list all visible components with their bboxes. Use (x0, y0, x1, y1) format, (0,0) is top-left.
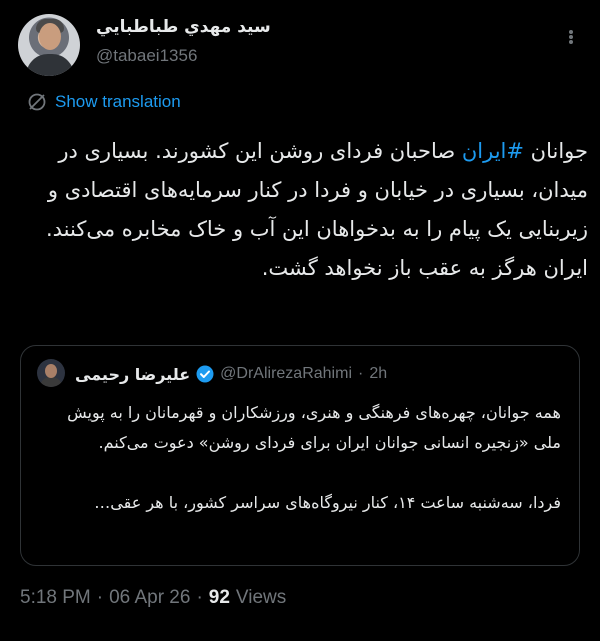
meta-separator-2: · (196, 587, 203, 608)
tweet-date[interactable]: 06 Apr 26 (109, 587, 190, 609)
quoted-author-name[interactable]: علیرضا رحیمی (75, 365, 190, 384)
tweet-time[interactable]: 5:18 PM (20, 587, 91, 609)
author-handle[interactable]: @tabaei1356 (96, 46, 197, 66)
views-label: Views (235, 587, 287, 608)
avatar-body (26, 54, 74, 76)
quoted-tweet-card[interactable]: علیرضا رحیمی @DrAlirezaRahimi · 2h همه ج… (20, 345, 580, 566)
show-translation-button[interactable]: Show translation (27, 90, 181, 114)
quoted-paragraph-1: همه جوانان، چهره‌های فرهنگی و هنری، ورزش… (67, 403, 561, 452)
quoted-author-avatar[interactable] (37, 359, 65, 387)
author-avatar[interactable] (18, 14, 80, 76)
hashtag-link[interactable]: #ایران (462, 139, 524, 163)
views-count: 92 (208, 587, 230, 608)
tweet-text-before: جوانان (523, 139, 588, 163)
quoted-avatar-body (40, 377, 62, 387)
quoted-tweet-text: همه جوانان، چهره‌های فرهنگی و هنری، ورزش… (37, 398, 561, 518)
tweet-text: جوانان #ایران صاحبان فردای روشن این کشور… (20, 132, 588, 288)
avatar-head (39, 23, 61, 50)
more-dots-icon[interactable] (560, 30, 582, 44)
author-name[interactable]: سيد مهدي طباطبايي (96, 17, 271, 37)
verified-badge-icon (196, 365, 214, 383)
quoted-timestamp[interactable]: 2h (369, 365, 387, 383)
quoted-separator: · (358, 365, 364, 382)
tweet-meta: 5:18 PM · 06 Apr 26 · 92 Views (20, 584, 286, 612)
quoted-author-handle[interactable]: @DrAlirezaRahimi (220, 365, 352, 383)
meta-separator-1: · (96, 587, 104, 608)
translate-globe-icon (28, 93, 46, 111)
quoted-tweet-header: علیرضا رحیمی @DrAlirezaRahimi · 2h (75, 361, 387, 387)
quoted-paragraph-2: فردا، سه‌شنبه ساعت ۱۴، کنار نیروگاه‌های … (94, 493, 561, 512)
show-translation-label: Show translation (55, 92, 181, 111)
quoted-avatar-head (45, 364, 57, 378)
